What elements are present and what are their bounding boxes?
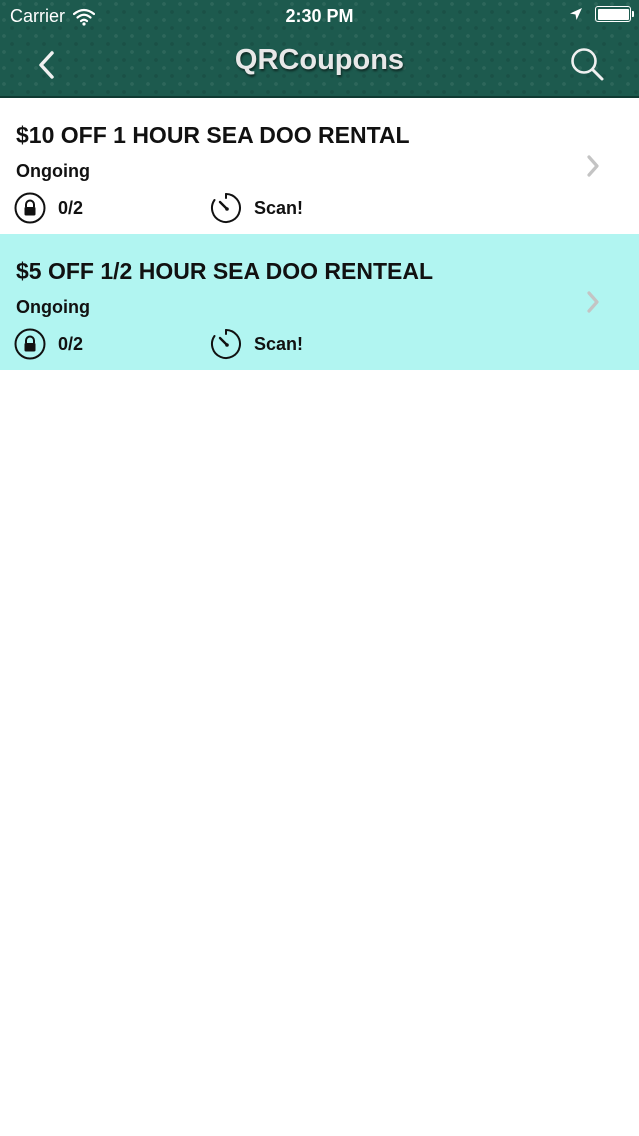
coupon-row[interactable]: $10 OFF 1 HOUR SEA DOO RENTAL Ongoing 0/… [0, 98, 639, 234]
battery-level [597, 8, 629, 20]
redeem-count-value: 0/2 [58, 197, 84, 218]
chevron-left-icon [39, 51, 54, 79]
redeem-count-value: 0/2 [58, 333, 84, 354]
coupon-title: $5 OFF 1/2 HOUR SEA DOO RENTEAL [16, 258, 434, 284]
status-time: 2:30 PM [285, 6, 354, 26]
coupon-status: Ongoing [16, 161, 90, 181]
search-icon [571, 48, 604, 81]
scan-action[interactable]: Scan! [210, 192, 303, 224]
coupon-title: $10 OFF 1 HOUR SEA DOO RENTAL [16, 122, 410, 148]
location-arrow-icon [570, 8, 582, 20]
chevron-right-icon [587, 155, 599, 177]
back-button[interactable] [30, 46, 62, 84]
battery-icon [595, 6, 634, 22]
nav-header: Carrier 2:30 PM QRCoupons [0, 0, 639, 98]
search-button[interactable] [567, 44, 607, 84]
scan-label: Scan! [254, 333, 304, 354]
status-bar: Carrier 2:30 PM [0, 0, 639, 32]
chevron-right-icon [587, 291, 599, 313]
lock-icon [14, 192, 46, 224]
nav-title-container: QRCoupons [0, 44, 639, 77]
redeem-count: 0/2 [14, 192, 83, 224]
timer-icon [211, 329, 241, 359]
coupon-status: Ongoing [16, 297, 90, 317]
timer-icon [211, 193, 241, 223]
redeem-count: 0/2 [14, 328, 83, 360]
coupon-row[interactable]: $5 OFF 1/2 HOUR SEA DOO RENTEAL Ongoing … [0, 234, 639, 370]
page-title: QRCoupons [234, 44, 405, 76]
scan-label: Scan! [254, 197, 304, 218]
scan-action[interactable]: Scan! [210, 328, 303, 360]
lock-icon [14, 328, 46, 360]
status-right-group [569, 6, 634, 22]
coupon-list: $10 OFF 1 HOUR SEA DOO RENTAL Ongoing 0/… [0, 98, 639, 370]
